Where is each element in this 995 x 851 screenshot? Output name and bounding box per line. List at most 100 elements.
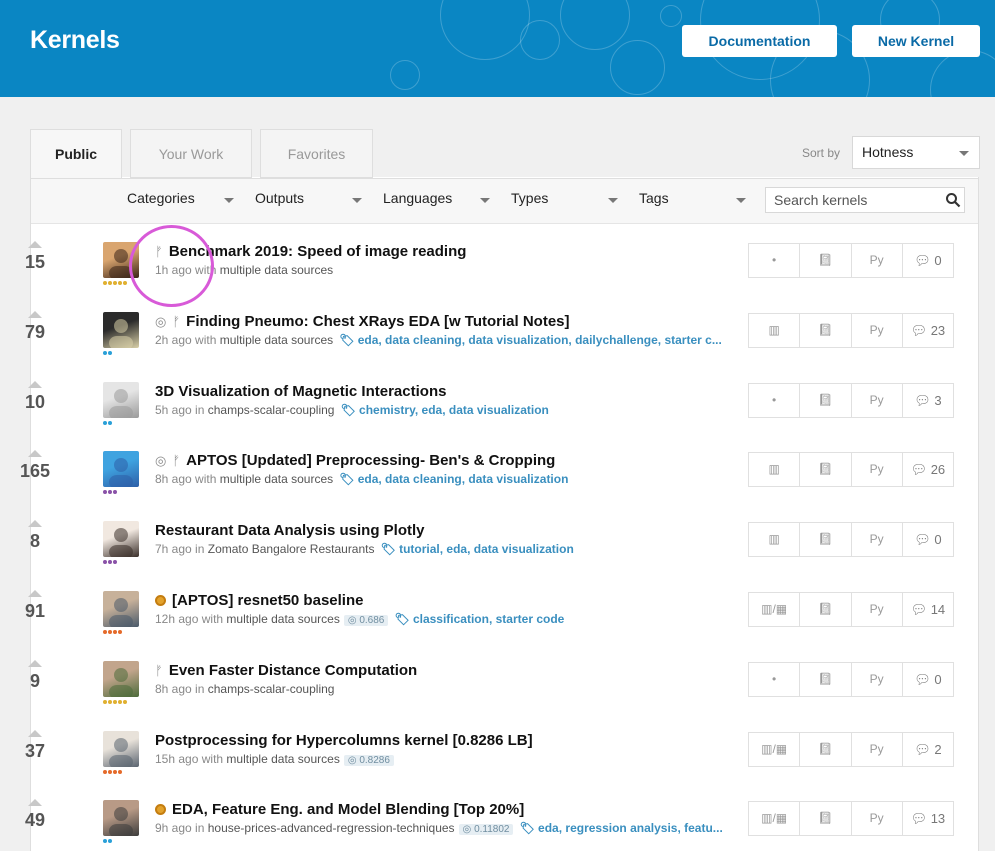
avatar[interactable]	[103, 242, 139, 278]
kernel-source[interactable]: multiple data sources	[220, 263, 333, 277]
chevron-down-icon[interactable]	[352, 198, 362, 203]
language-badge[interactable]: Py	[852, 733, 903, 766]
kernel-source[interactable]: multiple data sources	[226, 752, 339, 766]
notebook-icon[interactable]: 📓︎	[800, 314, 852, 347]
notebook-icon[interactable]: 📓︎	[800, 523, 852, 556]
chevron-down-icon[interactable]	[224, 198, 234, 203]
filter-outputs[interactable]: Outputs	[255, 190, 304, 206]
avatar[interactable]	[103, 731, 139, 767]
upvote-control[interactable]: 10	[20, 381, 50, 413]
outputs-icon[interactable]: ▥/▦	[749, 593, 801, 626]
comments-button[interactable]: 💬︎ 14	[903, 593, 953, 626]
avatar[interactable]	[103, 451, 139, 487]
language-badge[interactable]: Py	[852, 593, 903, 626]
kernel-tags[interactable]: 🏷︎ eda, data cleaning, data visualizatio…	[339, 333, 722, 347]
kernel-source[interactable]: champs-scalar-coupling	[208, 682, 335, 696]
outputs-icon[interactable]: ▥	[749, 314, 801, 347]
language-badge[interactable]: Py	[852, 314, 903, 347]
avatar[interactable]	[103, 800, 139, 836]
chevron-down-icon[interactable]	[736, 198, 746, 203]
kernel-title-link[interactable]: ᚠ Even Faster Distance Computation	[155, 662, 417, 679]
kernel-source[interactable]: champs-scalar-coupling	[208, 403, 335, 417]
new-kernel-button[interactable]: New Kernel	[852, 25, 980, 57]
comments-button[interactable]: 💬︎ 26	[903, 453, 953, 486]
filter-tags[interactable]: Tags	[639, 190, 669, 206]
comments-button[interactable]: 💬︎ 23	[903, 314, 953, 347]
kernel-source[interactable]: Zomato Bangalore Restaurants	[208, 542, 375, 556]
kernel-title-link[interactable]: Restaurant Data Analysis using Plotly	[155, 522, 425, 539]
language-badge[interactable]: Py	[852, 244, 903, 277]
kernel-title-link[interactable]: EDA, Feature Eng. and Model Blending [To…	[155, 801, 524, 818]
upvote-control[interactable]: 49	[20, 799, 50, 831]
kernel-title-link[interactable]: ◎ ᚠ APTOS [Updated] Preprocessing- Ben's &…	[155, 452, 555, 469]
avatar[interactable]	[103, 661, 139, 697]
outputs-icon[interactable]: ▥/▦	[749, 802, 801, 835]
upvote-icon[interactable]	[28, 799, 42, 806]
outputs-icon[interactable]: •	[749, 384, 801, 417]
language-badge[interactable]: Py	[852, 453, 903, 486]
kernel-title-link[interactable]: Postprocessing for Hypercolumns kernel […	[155, 732, 533, 749]
chevron-down-icon[interactable]	[480, 198, 490, 203]
tab-your-work[interactable]: Your Work	[130, 129, 252, 178]
language-badge[interactable]: Py	[852, 663, 903, 696]
language-badge[interactable]: Py	[852, 802, 903, 835]
kernel-title-link[interactable]: ◎ ᚠ Finding Pneumo: Chest XRays EDA [w Tut…	[155, 313, 570, 330]
upvote-control[interactable]: 91	[20, 590, 50, 622]
outputs-icon[interactable]: ▥	[749, 453, 801, 486]
chevron-down-icon[interactable]	[608, 198, 618, 203]
comments-button[interactable]: 💬︎ 2	[903, 733, 953, 766]
upvote-control[interactable]: 15	[20, 241, 50, 273]
notebook-icon[interactable]: 📓︎	[800, 802, 852, 835]
outputs-icon[interactable]: ▥	[749, 523, 801, 556]
upvote-icon[interactable]	[28, 730, 42, 737]
kernel-tags[interactable]: 🏷︎ eda, regression analysis, featu...	[519, 821, 722, 835]
comments-button[interactable]: 💬︎ 0	[903, 663, 953, 696]
upvote-control[interactable]: 79	[20, 311, 50, 343]
avatar[interactable]	[103, 591, 139, 627]
comments-button[interactable]: 💬︎ 3	[903, 384, 953, 417]
language-badge[interactable]: Py	[852, 523, 903, 556]
outputs-icon[interactable]: •	[749, 244, 801, 277]
kernel-tags[interactable]: 🏷︎ eda, data cleaning, data visualizatio…	[339, 472, 568, 486]
avatar[interactable]	[103, 312, 139, 348]
upvote-icon[interactable]	[28, 381, 42, 388]
language-badge[interactable]: Py	[852, 384, 903, 417]
notebook-icon[interactable]: 📓︎	[800, 663, 852, 696]
kernel-tags[interactable]: 🏷︎ classification, starter code	[394, 612, 564, 626]
notebook-icon[interactable]: 📓︎	[800, 733, 852, 766]
kernel-source[interactable]: multiple data sources	[220, 472, 333, 486]
comments-button[interactable]: 💬︎ 13	[903, 802, 953, 835]
upvote-icon[interactable]	[28, 450, 42, 457]
tab-favorites[interactable]: Favorites	[260, 129, 373, 178]
notebook-icon[interactable]: 📓︎	[800, 453, 852, 486]
upvote-control[interactable]: 9	[20, 660, 50, 692]
search-icon[interactable]	[945, 192, 961, 208]
kernel-source[interactable]: multiple data sources	[220, 333, 333, 347]
kernel-title-link[interactable]: [APTOS] resnet50 baseline	[155, 592, 363, 609]
comments-button[interactable]: 💬︎ 0	[903, 523, 953, 556]
outputs-icon[interactable]: ▥/▦	[749, 733, 801, 766]
tab-public[interactable]: Public	[30, 129, 122, 178]
kernel-tags[interactable]: 🏷︎ chemistry, eda, data visualization	[340, 403, 548, 417]
kernel-title-link[interactable]: 3D Visualization of Magnetic Interaction…	[155, 383, 446, 400]
avatar[interactable]	[103, 382, 139, 418]
documentation-button[interactable]: Documentation	[682, 25, 837, 57]
filter-categories[interactable]: Categories	[127, 190, 195, 206]
sort-select[interactable]: Hotness	[852, 136, 980, 169]
filter-languages[interactable]: Languages	[383, 190, 452, 206]
kernel-title-link[interactable]: ᚠ Benchmark 2019: Speed of image reading	[155, 243, 466, 260]
upvote-icon[interactable]	[28, 520, 42, 527]
upvote-icon[interactable]	[28, 590, 42, 597]
upvote-control[interactable]: 165	[20, 450, 50, 482]
upvote-control[interactable]: 8	[20, 520, 50, 552]
kernel-source[interactable]: house-prices-advanced-regression-techniq…	[208, 821, 455, 835]
upvote-icon[interactable]	[28, 241, 42, 248]
kernel-source[interactable]: multiple data sources	[226, 612, 339, 626]
avatar[interactable]	[103, 521, 139, 557]
upvote-icon[interactable]	[28, 311, 42, 318]
notebook-icon[interactable]: 📓︎	[800, 384, 852, 417]
search-input[interactable]: Search kernels	[765, 187, 965, 213]
notebook-icon[interactable]: 📓︎	[800, 244, 852, 277]
notebook-icon[interactable]: 📓︎	[800, 593, 852, 626]
upvote-icon[interactable]	[28, 660, 42, 667]
